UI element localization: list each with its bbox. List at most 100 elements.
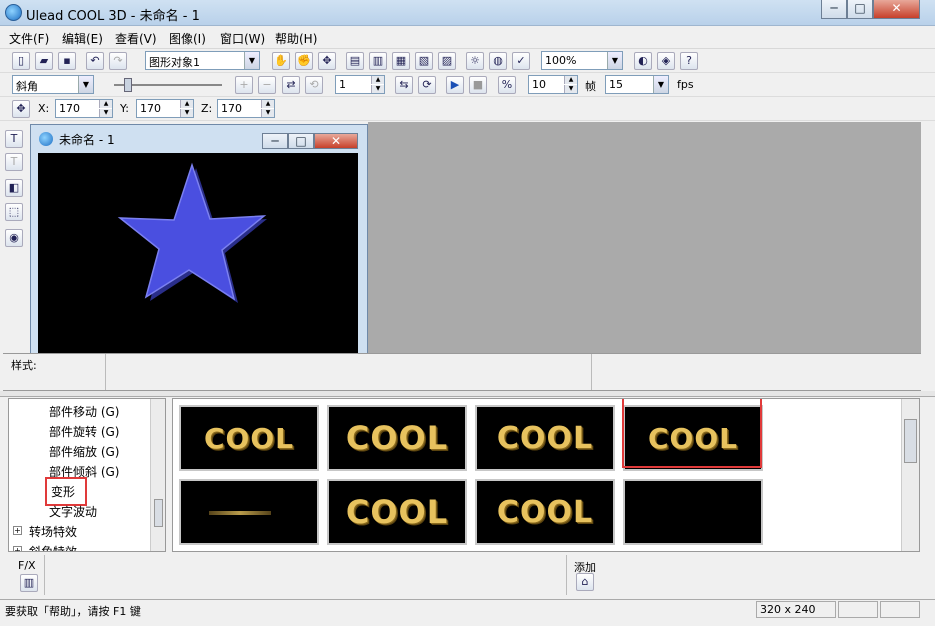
maximize-button[interactable]: □ [847, 0, 873, 19]
spin-up-icon[interactable]: ▲ [180, 100, 193, 108]
object-icon[interactable]: ◉ [5, 229, 23, 247]
add-button-icon[interactable]: ⌂ [576, 573, 594, 591]
thumbnail-effect-3[interactable]: COOL [475, 405, 615, 471]
spin-down-icon[interactable]: ▼ [564, 85, 577, 93]
status-bar: 要获取「帮助」，请按 F1 键 320 x 240 [0, 599, 935, 619]
tree-item-part-move[interactable]: 部件移动 (G) [49, 403, 119, 420]
expand-icon[interactable]: + [13, 546, 22, 551]
scrollbar-thumb[interactable] [904, 419, 917, 463]
bevel-select-value: 斜角 [16, 80, 38, 93]
text-tool-icon[interactable]: T [5, 130, 23, 148]
thumbnail-effect-5[interactable] [179, 479, 319, 545]
x-spinner[interactable]: 170 ▲ ▼ [55, 99, 113, 118]
spin-up-icon[interactable]: ▲ [564, 76, 577, 84]
menu-edit[interactable]: 编辑(E) [62, 30, 103, 47]
doc-maximize-button[interactable]: □ [288, 133, 314, 149]
y-spinner[interactable]: 170 ▲ ▼ [136, 99, 194, 118]
remove-frame-icon[interactable]: − [258, 76, 276, 94]
position-icon[interactable]: ✥ [12, 100, 30, 118]
thumbnail-effect-8[interactable] [623, 479, 763, 545]
new-file-icon[interactable]: ▯ [12, 52, 30, 70]
select-region-icon[interactable]: ⬚ [5, 203, 23, 221]
hand-icon[interactable]: ✋ [272, 52, 290, 70]
z-value: 170 [221, 102, 242, 115]
rotate-hand-icon[interactable]: ✊ [295, 52, 313, 70]
status-panel [880, 601, 920, 618]
object-select[interactable]: 图形对象1 ▼ [145, 51, 260, 70]
spin-down-icon[interactable]: ▼ [261, 109, 274, 117]
globe-icon[interactable]: ◍ [489, 52, 507, 70]
menu-help[interactable]: 帮助(H) [275, 30, 317, 47]
tree-group-bevel[interactable]: 斜角特效 [29, 543, 77, 551]
thumbnail-effect-7[interactable]: COOL [475, 479, 615, 545]
palette-icon[interactable]: ◈ [657, 52, 675, 70]
align-top-icon[interactable]: ▤ [346, 52, 364, 70]
minimize-button[interactable]: ─ [821, 0, 847, 19]
slider-thumb[interactable] [124, 78, 132, 92]
chevron-down-icon: ▼ [607, 52, 622, 69]
stop-icon[interactable]: ■ [469, 76, 487, 94]
align-bottom-icon[interactable]: ▦ [392, 52, 410, 70]
bevel-select[interactable]: 斜角 ▼ [12, 75, 94, 94]
scrollbar-thumb[interactable] [154, 499, 163, 527]
doc-minimize-button[interactable]: ─ [262, 133, 288, 149]
check-icon[interactable]: ✓ [512, 52, 530, 70]
align-left-icon[interactable]: ▧ [415, 52, 433, 70]
insert-graphic-icon[interactable]: ◧ [5, 179, 23, 197]
open-folder-icon[interactable]: ▰ [35, 52, 53, 70]
spin-up-icon[interactable]: ▲ [99, 100, 112, 108]
spin-down-icon[interactable]: ▼ [180, 109, 193, 117]
reverse-icon[interactable]: ⇄ [282, 76, 300, 94]
menu-file[interactable]: 文件(F) [9, 30, 49, 47]
menu-window[interactable]: 窗口(W) [220, 30, 265, 47]
thumbnail-effect-6[interactable]: COOL [327, 479, 467, 545]
align-right-icon[interactable]: ▨ [438, 52, 456, 70]
add-frame-icon[interactable]: + [235, 76, 253, 94]
tree-scrollbar[interactable] [150, 399, 165, 551]
z-label: Z: [201, 102, 213, 115]
cool-text: COOL [496, 420, 594, 456]
spin-down-icon[interactable]: ▼ [371, 85, 384, 93]
spin-up-icon[interactable]: ▲ [261, 100, 274, 108]
loop-back-icon[interactable]: ⟲ [305, 76, 323, 94]
thumbnail-effect-2[interactable]: COOL [327, 405, 467, 471]
help-pointer-icon[interactable]: ? [680, 52, 698, 70]
loop-icon[interactable]: ⟳ [418, 76, 436, 94]
edit-text-icon[interactable]: T [5, 153, 23, 171]
spin-up-icon[interactable]: ▲ [371, 76, 384, 84]
undo-icon[interactable]: ↶ [86, 52, 104, 70]
light-icon[interactable]: ☼ [466, 52, 484, 70]
move-object-icon[interactable]: ✥ [318, 52, 336, 70]
star-object[interactable] [38, 153, 358, 355]
render-icon[interactable]: ◐ [634, 52, 652, 70]
panel-splitter[interactable] [0, 391, 935, 397]
close-button[interactable]: ✕ [873, 0, 920, 19]
save-icon[interactable]: ▪ [58, 52, 76, 70]
tree-group-transition[interactable]: 转场特效 [29, 523, 77, 540]
fx-icon[interactable]: ▥ [20, 574, 38, 592]
tree-item-part-scale[interactable]: 部件缩放 (G) [49, 443, 119, 460]
z-spinner[interactable]: 170 ▲ ▼ [217, 99, 275, 118]
spin-down-icon[interactable]: ▼ [99, 109, 112, 117]
thumbnail-effect-1[interactable]: COOL [179, 405, 319, 471]
swap-icon[interactable]: ⇆ [395, 76, 413, 94]
expand-icon[interactable]: + [13, 526, 22, 535]
preview-canvas[interactable] [38, 153, 358, 355]
tree-item-deform[interactable]: 变形 [45, 477, 88, 506]
redo-icon[interactable]: ↷ [109, 52, 127, 70]
frames-spinner[interactable]: 10 ▲ ▼ [528, 75, 578, 94]
tree-item-text-wave[interactable]: 文字波动 [49, 503, 97, 520]
play-icon[interactable]: ▶ [446, 76, 464, 94]
doc-close-button[interactable]: ✕ [314, 133, 358, 149]
fps-select[interactable]: 15 ▼ [605, 75, 669, 94]
tree-item-part-rotate[interactable]: 部件旋转 (G) [49, 423, 119, 440]
menu-image[interactable]: 图像(I) [169, 30, 206, 47]
align-middle-icon[interactable]: ▥ [369, 52, 387, 70]
timeline-slider[interactable] [106, 75, 230, 95]
frame-spinner[interactable]: 1 ▲ ▼ [335, 75, 385, 94]
gallery-scrollbar[interactable] [901, 399, 919, 551]
status-size-panel: 320 x 240 [756, 601, 836, 618]
zoom-select[interactable]: 100% ▼ [541, 51, 623, 70]
percent-icon[interactable]: % [498, 76, 516, 94]
menu-view[interactable]: 查看(V) [115, 30, 157, 47]
